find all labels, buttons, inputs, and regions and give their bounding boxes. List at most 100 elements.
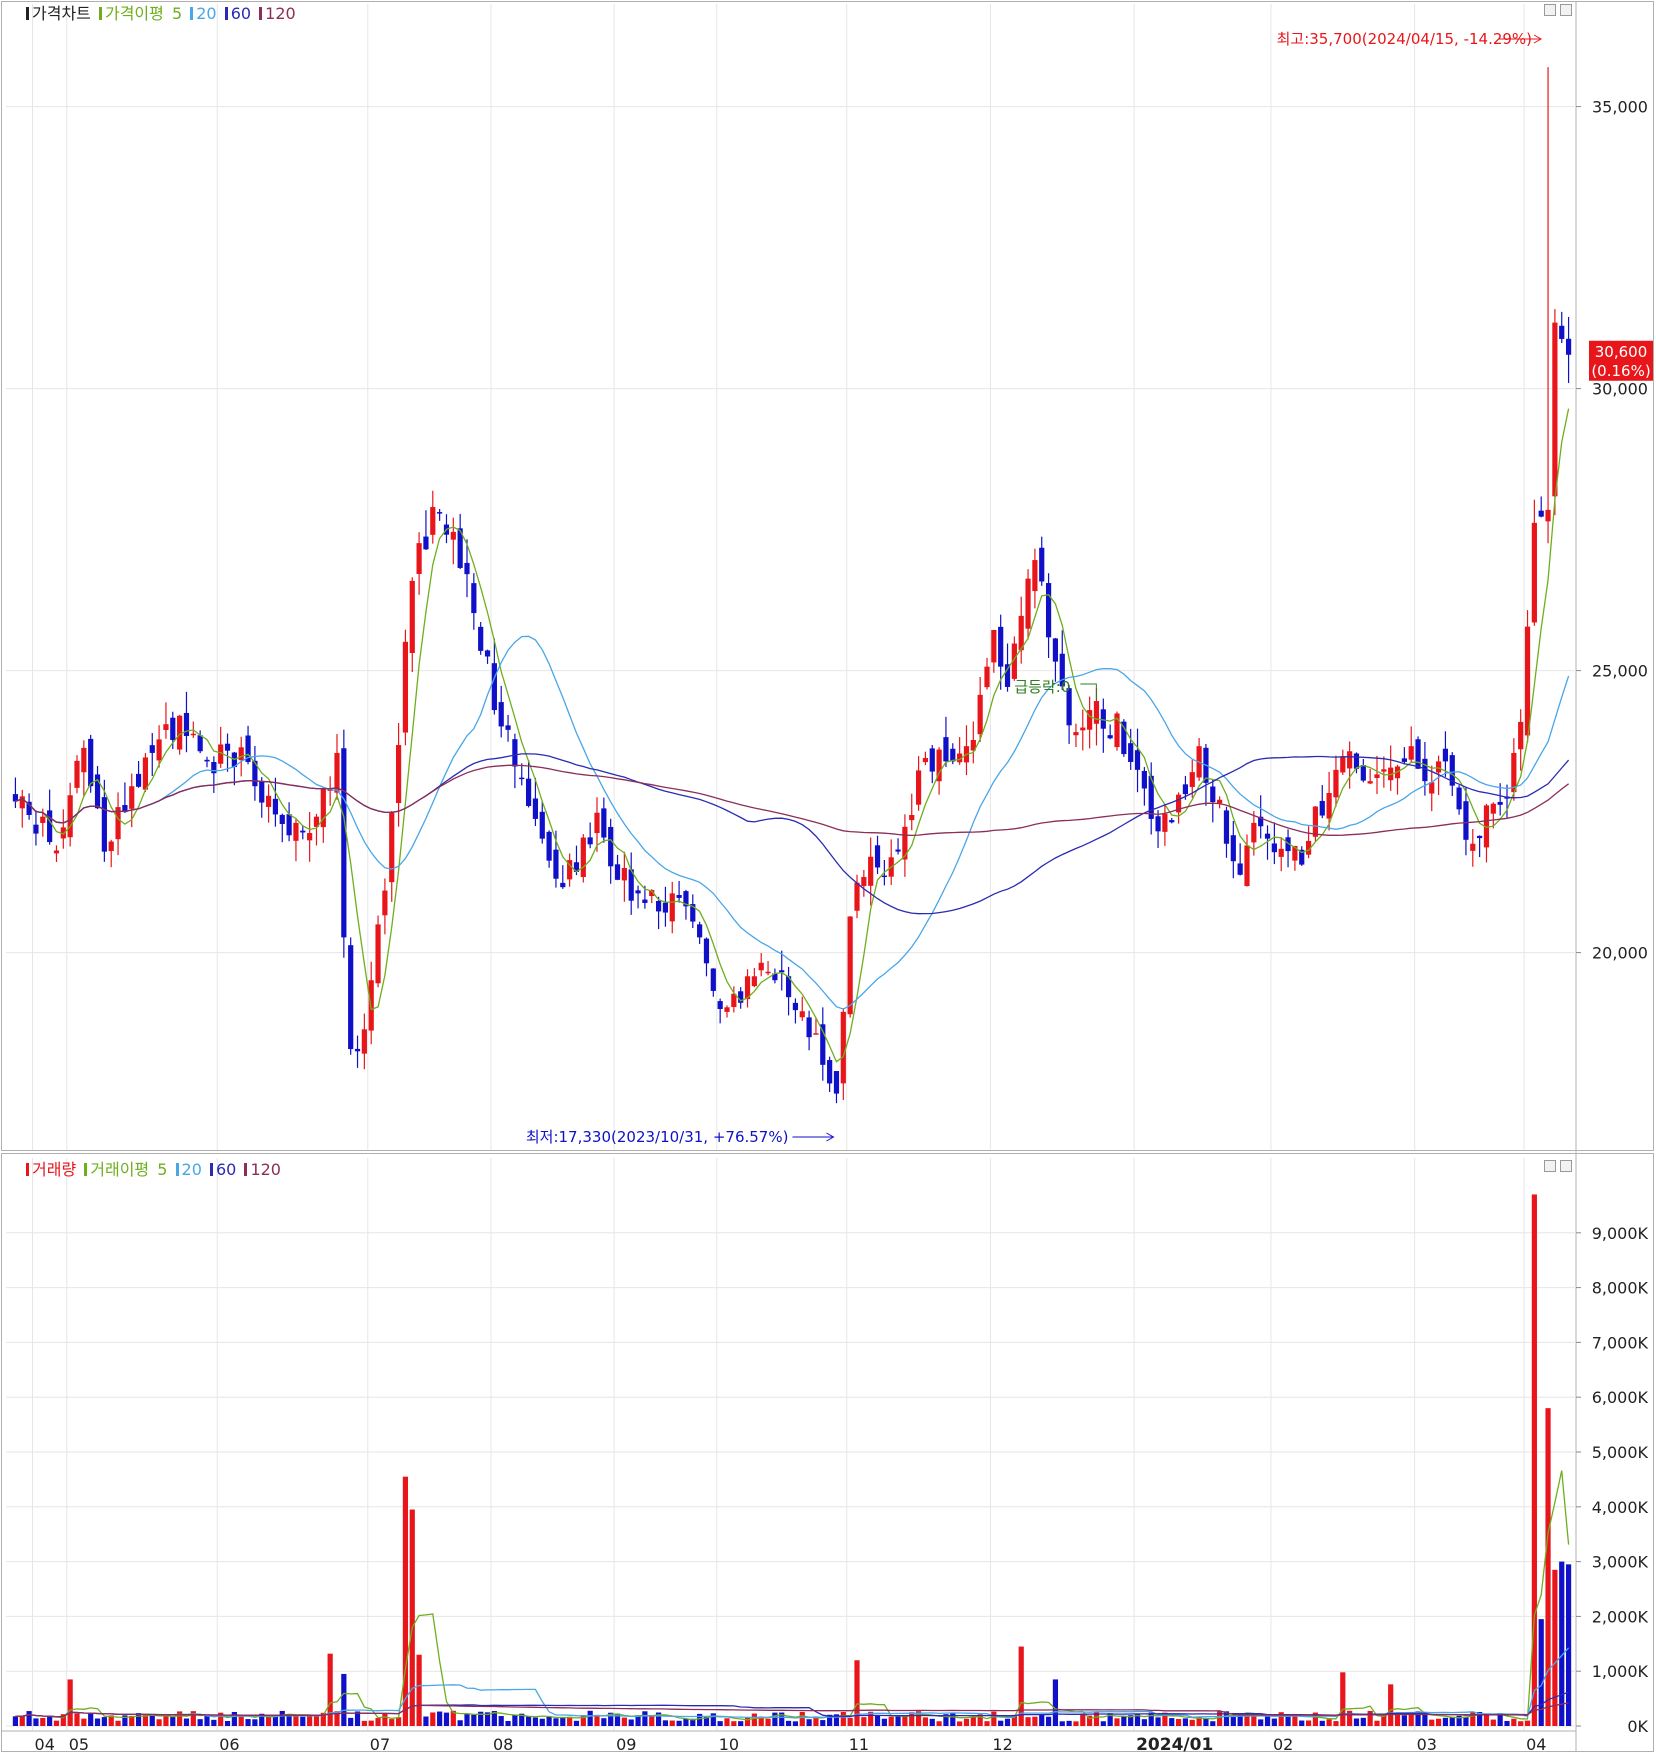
candle-body	[1463, 801, 1469, 840]
candle-body	[478, 626, 484, 651]
price-panel-minimize-button[interactable]	[1544, 4, 1556, 16]
volume-ma5-period: 5	[157, 1160, 168, 1179]
volume-bar	[1148, 1712, 1154, 1726]
x-tick-label: 03	[1417, 1735, 1437, 1754]
candle-body	[430, 507, 436, 535]
volume-y-tick-label: 5,000K	[1592, 1443, 1649, 1462]
candle-body	[1107, 735, 1113, 739]
legend-mark-vma60	[209, 1163, 213, 1176]
candle-body	[341, 748, 347, 938]
price-legend: 가격차트 가격이평 5 20 60 120	[26, 4, 299, 24]
candle-body	[156, 739, 162, 761]
candle-body	[539, 811, 545, 839]
volume-panel-minimize-button[interactable]	[1544, 1160, 1556, 1172]
price-panel-close-button[interactable]	[1560, 4, 1572, 16]
volume-bar	[457, 1720, 463, 1726]
volume-bar	[560, 1716, 566, 1726]
volume-panel-close-button[interactable]	[1560, 1160, 1572, 1172]
volume-bar	[33, 1718, 39, 1726]
candle-body	[1340, 756, 1346, 773]
volume-bar	[1210, 1721, 1216, 1726]
volume-bar	[423, 1716, 429, 1726]
candle-body	[1531, 522, 1537, 623]
candle-body	[416, 543, 422, 574]
candle-body	[88, 738, 94, 787]
volume-bar	[840, 1711, 846, 1726]
volume-ma20-period: 20	[181, 1160, 202, 1179]
candle-body	[19, 796, 25, 809]
candle-body	[532, 798, 539, 819]
volume-bar	[1374, 1720, 1380, 1726]
volume-bar	[1100, 1721, 1106, 1726]
candle-body	[1189, 772, 1195, 787]
legend-mark-ma120	[259, 7, 263, 20]
candle-body	[1477, 835, 1483, 839]
volume-bar	[12, 1716, 19, 1726]
volume-y-tick-label: 7,000K	[1592, 1333, 1649, 1352]
volume-bar	[1189, 1719, 1195, 1726]
candle-body	[813, 1033, 819, 1035]
candle-body	[211, 761, 217, 774]
volume-bar	[170, 1717, 176, 1726]
volume-bar	[649, 1715, 655, 1726]
volume-bar	[1073, 1721, 1079, 1726]
volume-bar	[1449, 1716, 1455, 1726]
volume-bar	[204, 1715, 210, 1726]
candle-body	[998, 626, 1004, 667]
candle-body	[662, 902, 669, 913]
volume-bar	[1524, 1720, 1531, 1726]
chart-canvas: 04 05 06 07 08 09 10 11 12 2024/01 02 03 04 35,000 30,…	[1, 1, 1654, 1755]
candle-body	[484, 650, 491, 657]
volume-bar	[717, 1721, 723, 1726]
volume-bar	[998, 1720, 1004, 1726]
legend-mark-volume	[26, 1163, 29, 1176]
x-tick-label: 04	[1526, 1735, 1546, 1754]
candle-body	[1442, 748, 1449, 762]
volume-bar	[1408, 1714, 1414, 1726]
candle-body	[840, 1011, 846, 1084]
legend-mark-price	[26, 7, 29, 20]
volume-bar	[881, 1718, 887, 1726]
volume-bar	[430, 1712, 436, 1726]
volume-bar	[594, 1714, 600, 1726]
volume-bar	[1333, 1721, 1339, 1726]
candle-body	[1415, 739, 1421, 769]
volume-bar	[252, 1719, 258, 1726]
volume-bar	[683, 1718, 689, 1726]
candle-body	[1470, 843, 1476, 851]
volume-bar	[1203, 1718, 1209, 1726]
candle-body	[1552, 322, 1558, 497]
volume-ma60-period: 60	[215, 1160, 237, 1179]
volume-bar	[820, 1720, 826, 1726]
candle-body	[799, 1011, 805, 1018]
candle-body	[991, 629, 997, 663]
x-tick-label: 09	[616, 1735, 636, 1754]
volume-bar	[464, 1713, 470, 1726]
candle-body	[806, 1017, 812, 1038]
candle-body	[881, 875, 887, 878]
volume-bar	[471, 1714, 477, 1726]
price-y-tick-label: 20,000	[1592, 944, 1648, 963]
candle-body	[525, 778, 532, 806]
candle-body	[142, 757, 149, 790]
candle-body	[621, 868, 627, 881]
volume-bar	[1429, 1719, 1435, 1726]
price-ma120-period: 120	[265, 4, 296, 23]
volume-bar	[525, 1716, 532, 1726]
volume-bar	[74, 1713, 80, 1726]
volume-bar	[1401, 1715, 1407, 1726]
volume-bar	[1367, 1710, 1373, 1726]
volume-bar	[697, 1713, 703, 1726]
candle-body	[1039, 547, 1045, 582]
volume-bar	[1353, 1718, 1360, 1726]
volume-bar	[1059, 1721, 1065, 1726]
volume-bar	[1045, 1716, 1052, 1726]
candle-body	[375, 924, 381, 984]
candle-body	[1524, 626, 1531, 736]
candle-body	[47, 810, 53, 843]
volume-bar	[806, 1719, 812, 1726]
candle-body	[854, 882, 860, 911]
candle-body	[1497, 801, 1503, 805]
volume-bar	[1559, 1561, 1565, 1726]
volume-bar	[1114, 1718, 1120, 1726]
